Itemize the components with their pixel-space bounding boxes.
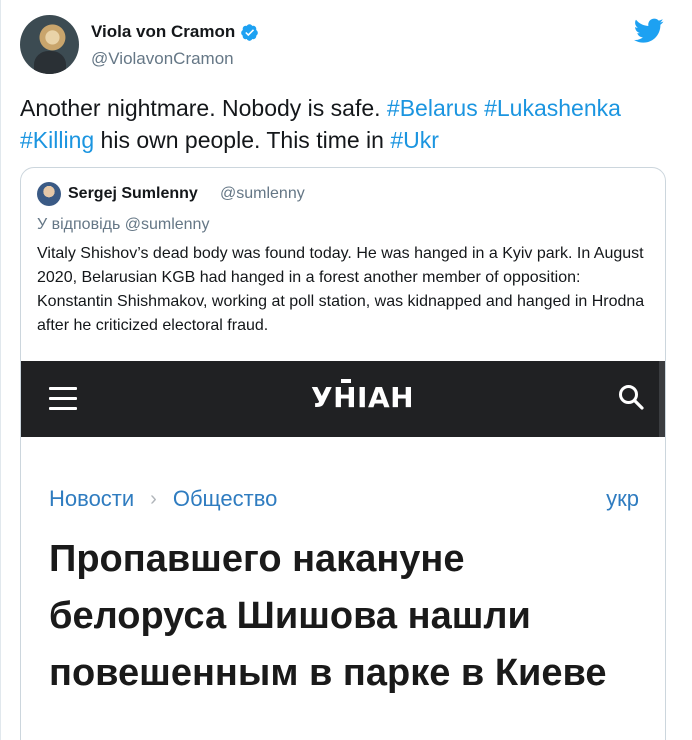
reply-to-label: У відповідь @sumlenny	[37, 216, 210, 233]
author-avatar[interactable]	[20, 15, 79, 74]
scrollbar	[659, 361, 665, 437]
author-name[interactable]: Viola von Cramon	[91, 22, 259, 42]
site-header: УНІАН	[21, 361, 665, 437]
site-logo: УНІАН	[311, 375, 414, 414]
tweet-text-segment: Another nightmare. Nobody is safe.	[20, 95, 387, 121]
tweet-card: Viola von Cramon @ViolavonCramon Another…	[0, 0, 692, 740]
hashtag-link[interactable]: #Ukr	[390, 127, 439, 153]
breadcrumb-separator: ›	[150, 487, 157, 510]
language-switch: укр	[606, 486, 639, 511]
hashtag-link[interactable]: #Killing	[20, 127, 94, 153]
quoted-author-name[interactable]: Sergej Sumlenny	[68, 185, 198, 203]
breadcrumb-item-society: Общество	[172, 486, 278, 511]
hashtag-link[interactable]: #Lukashenka	[484, 95, 621, 121]
quoted-author-avatar[interactable]	[37, 182, 61, 206]
article-screenshot: УНІАН Новости › Общество укр Пропавшего …	[21, 361, 665, 740]
verified-badge-icon	[241, 23, 259, 41]
hashtag-link[interactable]: #Belarus	[387, 95, 478, 121]
breadcrumb: Новости › Общество	[49, 486, 277, 512]
breadcrumb-item-news: Новости	[49, 486, 135, 511]
twitter-bird-icon[interactable]	[634, 18, 664, 44]
quoted-tweet[interactable]: Sergej Sumlenny @sumlenny У відповідь @s…	[20, 167, 666, 740]
search-icon	[619, 385, 644, 410]
hamburger-icon	[49, 387, 77, 411]
tweet-text-segment: his own people. This time in	[94, 127, 391, 153]
author-name-text[interactable]: Viola von Cramon	[91, 22, 235, 42]
article-headline: Пропавшего накануне белоруса Шишова нашл…	[49, 538, 607, 694]
quoted-author-handle[interactable]: @sumlenny	[220, 185, 305, 203]
author-handle[interactable]: @ViolavonCramon	[91, 49, 234, 69]
tweet-text: Another nightmare. Nobody is safe. #Bela…	[20, 92, 680, 156]
quoted-tweet-text: Vitaly Shishov’s dead body was found tod…	[37, 245, 645, 334]
